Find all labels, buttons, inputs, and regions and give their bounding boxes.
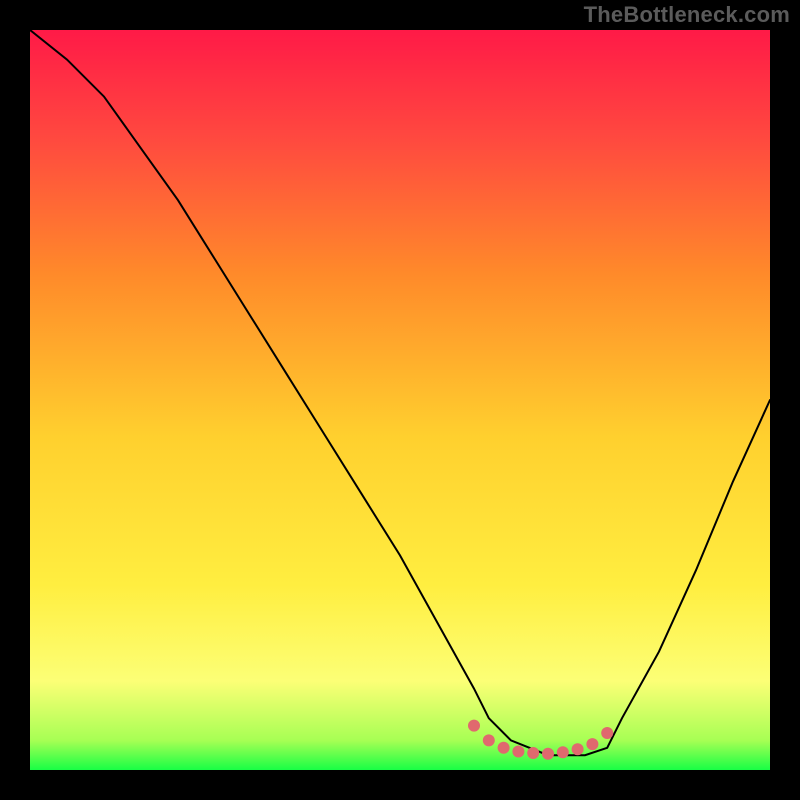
data-point — [601, 727, 613, 739]
data-point — [498, 742, 510, 754]
data-point — [512, 746, 524, 758]
data-point — [468, 720, 480, 732]
data-point — [572, 743, 584, 755]
data-point — [586, 738, 598, 750]
watermark-text: TheBottleneck.com — [584, 2, 790, 28]
bottleneck-chart — [30, 30, 770, 770]
data-point — [542, 748, 554, 760]
data-point — [527, 747, 539, 759]
chart-frame: TheBottleneck.com — [0, 0, 800, 800]
gradient-background — [30, 30, 770, 770]
data-point — [483, 734, 495, 746]
data-point — [557, 746, 569, 758]
